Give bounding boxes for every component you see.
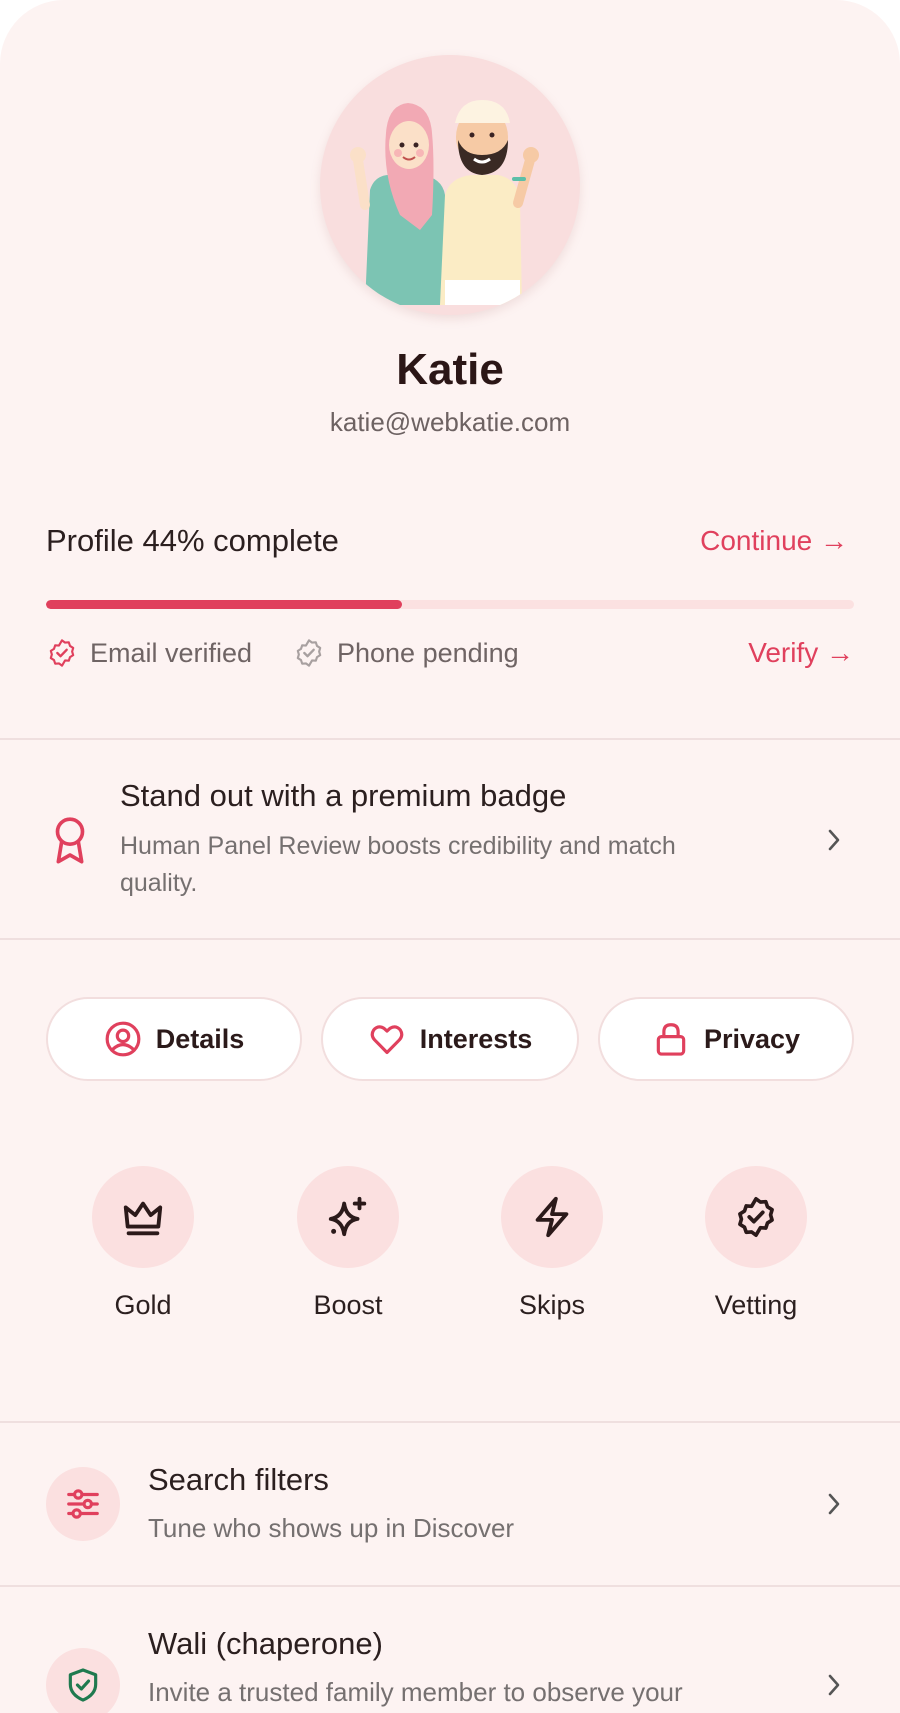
skips-label: Skips [518, 1290, 586, 1320]
interests-label: Interests [419, 1023, 533, 1054]
profile-completion-title: Profile 44% complete [46, 523, 339, 558]
premium-badge-title: Stand out with a premium badge [120, 778, 567, 813]
verify-link[interactable]: Verify → [748, 637, 854, 669]
boost-circle [297, 1166, 399, 1268]
chevron-right-icon [828, 829, 840, 851]
phone-status-label: Phone pending [337, 637, 519, 668]
phone-status: Phone pending [293, 637, 519, 669]
heart-icon [370, 1025, 404, 1055]
user-email: katie@webkatie.com [329, 407, 571, 437]
profile-progress-fill [46, 600, 402, 609]
user-name: Katie [396, 345, 504, 394]
search-filters-icon-circle [46, 1467, 120, 1541]
vetting-label: Vetting [714, 1290, 798, 1320]
gold-label: Gold [114, 1290, 172, 1320]
wali-title: Wali (chaperone) [148, 1626, 383, 1661]
details-button[interactable]: Details [46, 997, 302, 1081]
couple-illustration [350, 100, 539, 305]
wali-icon-circle [46, 1648, 120, 1713]
vetting-feature[interactable]: Vetting [681, 1166, 831, 1321]
badge-pending-icon [296, 639, 322, 667]
search-filters-subtitle: Tune who shows up in Discover [148, 1513, 515, 1543]
email-status: Email verified [46, 637, 252, 669]
chevron-right-icon [828, 1493, 840, 1515]
profile-screen: Katie katie@webkatie.com Profile 44% com… [0, 0, 900, 1713]
interests-button[interactable]: Interests [321, 997, 579, 1081]
wali-subtitle: Invite a trusted family member to observ… [148, 1677, 683, 1707]
avatar[interactable] [320, 55, 580, 315]
gold-circle [92, 1166, 194, 1268]
lightning-icon [535, 1196, 569, 1238]
badge-check-icon [49, 639, 75, 667]
user-circle-icon [105, 1021, 141, 1057]
chevron-right-icon [828, 1674, 840, 1696]
shield-check-icon [68, 1668, 98, 1702]
skips-feature[interactable]: Skips [477, 1166, 627, 1321]
skips-circle [501, 1166, 603, 1268]
vetting-circle [705, 1166, 807, 1268]
privacy-label: Privacy [703, 1023, 801, 1054]
divider [0, 738, 900, 740]
premium-badge-subtitle: Human Panel Review boosts credibility an… [120, 832, 676, 897]
award-ribbon-icon [55, 817, 85, 864]
privacy-button[interactable]: Privacy [598, 997, 854, 1081]
details-label: Details [155, 1023, 245, 1054]
crown-icon [123, 1201, 163, 1236]
badge-check-icon [738, 1196, 774, 1238]
profile-progress-bar [46, 600, 854, 609]
continue-link[interactable]: Continue → [700, 525, 848, 557]
email-status-label: Email verified [90, 637, 253, 668]
search-filters-title: Search filters [148, 1462, 329, 1497]
boost-label: Boost [313, 1290, 383, 1320]
divider [0, 1421, 900, 1423]
sparkles-icon [328, 1196, 367, 1237]
divider [0, 938, 900, 940]
boost-feature[interactable]: Boost [273, 1166, 423, 1321]
lock-icon [656, 1023, 686, 1056]
sliders-icon [67, 1489, 99, 1519]
divider [0, 1585, 900, 1587]
gold-feature[interactable]: Gold [68, 1166, 218, 1321]
